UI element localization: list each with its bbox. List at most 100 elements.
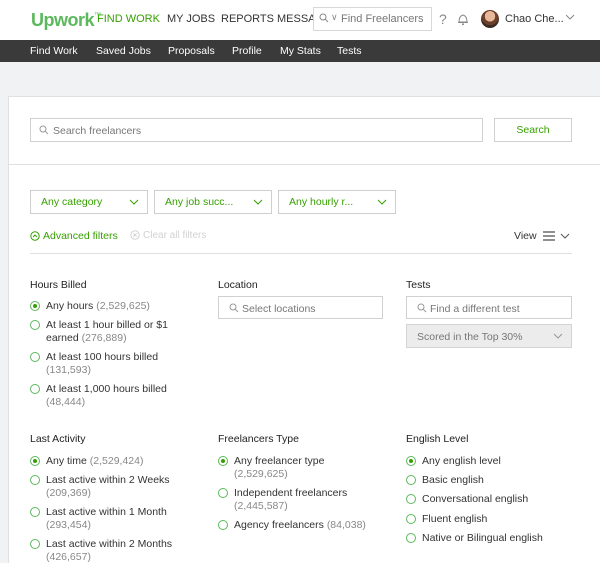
option-label: earned xyxy=(46,332,79,344)
radio-icon xyxy=(218,520,228,530)
divider xyxy=(8,164,600,165)
subnav-tests[interactable]: Tests xyxy=(337,45,362,57)
test-score-select[interactable]: Scored in the Top 30% xyxy=(406,324,572,348)
option-count: (426,657) xyxy=(46,551,91,563)
advanced-filters-toggle[interactable]: Advanced filters xyxy=(30,230,118,242)
nav-my-jobs[interactable]: MY JOBS xyxy=(167,13,215,25)
radio-2-weeks[interactable]: Last active within 2 Weeks (209,369) xyxy=(30,474,205,500)
option-label: Independent freelancers xyxy=(234,487,348,499)
category-dropdown[interactable]: Any category xyxy=(30,190,148,214)
radio-selected-icon xyxy=(406,456,416,466)
radio-basic-english[interactable]: Basic english xyxy=(406,474,576,487)
radio-1000-hours[interactable]: At least 1,000 hours billed (48,444) xyxy=(30,383,200,409)
header-search-input[interactable]: ∨ Find Freelancers xyxy=(313,7,432,31)
option-count: (293,454) xyxy=(46,519,91,531)
search-icon xyxy=(319,13,329,23)
radio-independent[interactable]: Independent freelancers (2,445,587) xyxy=(218,487,378,513)
radio-icon xyxy=(406,494,416,504)
hours-billed-heading: Hours Billed xyxy=(30,279,87,291)
radio-any-time[interactable]: Any time (2,529,424) xyxy=(30,455,205,468)
last-activity-heading: Last Activity xyxy=(30,433,86,445)
header-search-placeholder: Find Freelancers xyxy=(341,13,424,25)
chevron-down-icon xyxy=(377,199,387,205)
subnav-profile[interactable]: Profile xyxy=(232,45,262,57)
option-count: (2,445,587) xyxy=(234,500,288,512)
option-label: Any time xyxy=(46,455,87,467)
chevron-down-icon xyxy=(253,199,263,205)
option-label: Any freelancer type xyxy=(234,455,325,467)
upwork-logo[interactable]: Upwork™ xyxy=(31,10,101,31)
nav-reports[interactable]: REPORTS xyxy=(221,13,274,25)
help-icon[interactable]: ? xyxy=(439,11,447,27)
radio-1-hour[interactable]: At least 1 hour billed or $1 earned (276,… xyxy=(30,319,200,345)
radio-any-english[interactable]: Any english level xyxy=(406,455,576,468)
subnav-proposals[interactable]: Proposals xyxy=(168,45,215,57)
radio-icon xyxy=(406,533,416,543)
radio-selected-icon xyxy=(30,301,40,311)
test-search-input[interactable]: Find a different test xyxy=(406,296,572,319)
location-input[interactable]: Select locations xyxy=(218,296,383,319)
radio-icon xyxy=(30,384,40,394)
view-label: View xyxy=(514,230,537,242)
option-label: Last active within 1 Month xyxy=(46,506,167,518)
radio-icon xyxy=(406,475,416,485)
bell-icon[interactable] xyxy=(457,12,469,26)
option-label: Any english level xyxy=(422,455,501,467)
avatar[interactable] xyxy=(481,10,499,28)
english-level-heading: English Level xyxy=(406,433,469,445)
radio-fluent-english[interactable]: Fluent english xyxy=(406,513,576,526)
search-icon xyxy=(417,303,427,313)
option-count: (2,529,424) xyxy=(89,455,144,467)
test-score-value: Scored in the Top 30% xyxy=(417,331,523,343)
radio-conversational-english[interactable]: Conversational english xyxy=(406,493,576,506)
radio-any-hours[interactable]: Any hours (2,529,625) xyxy=(30,300,200,313)
radio-icon xyxy=(30,507,40,517)
search-placeholder: Search freelancers xyxy=(53,125,142,137)
clear-filters-link[interactable]: Clear all filters xyxy=(130,230,206,241)
radio-native-english[interactable]: Native or Bilingual english xyxy=(406,532,581,545)
radio-icon xyxy=(30,539,40,549)
subnav-find-work[interactable]: Find Work xyxy=(30,45,78,57)
radio-icon xyxy=(30,320,40,330)
option-count: (2,529,625) xyxy=(96,300,150,312)
radio-2-months[interactable]: Last active within 2 Months (426,657) xyxy=(30,538,205,563)
radio-agency[interactable]: Agency freelancers (84,038) xyxy=(218,519,393,532)
option-label: Conversational english xyxy=(422,493,529,505)
option-label: Any hours xyxy=(46,300,94,312)
hourly-rate-dropdown[interactable]: Any hourly r... xyxy=(278,190,396,214)
radio-icon xyxy=(406,514,416,524)
radio-any-freelancer[interactable]: Any freelancer type (2,529,625) xyxy=(218,455,378,481)
chevron-down-icon[interactable]: ∨ xyxy=(331,12,338,23)
top-bar: Upwork™ FIND WORK MY JOBS REPORTS MESSAG… xyxy=(0,0,600,40)
option-label: Basic english xyxy=(422,474,484,486)
job-success-dropdown[interactable]: Any job succ... xyxy=(154,190,272,214)
option-count: (209,369) xyxy=(46,487,91,499)
location-heading: Location xyxy=(218,279,258,291)
list-view-icon[interactable] xyxy=(540,228,572,244)
freelancer-search-input[interactable]: Search freelancers xyxy=(30,118,483,142)
option-count: (48,444) xyxy=(46,396,86,408)
subnav-my-stats[interactable]: My Stats xyxy=(280,45,321,57)
radio-selected-icon xyxy=(218,456,228,466)
radio-icon xyxy=(218,488,228,498)
advanced-filters-label: Advanced filters xyxy=(43,230,118,242)
radio-icon xyxy=(30,475,40,485)
username[interactable]: Chao Che... xyxy=(505,13,564,25)
option-count: (131,593) xyxy=(46,364,91,376)
option-count: (2,529,625) xyxy=(234,468,288,480)
chevron-down-icon[interactable] xyxy=(565,12,575,22)
nav-messages[interactable]: MESSAGES xyxy=(277,13,313,25)
search-icon xyxy=(39,125,49,135)
close-circle-icon xyxy=(130,230,140,240)
radio-100-hours[interactable]: At least 100 hours billed (131,593) xyxy=(30,351,200,377)
option-count: (84,038) xyxy=(326,519,366,531)
radio-1-month[interactable]: Last active within 1 Month (293,454) xyxy=(30,506,205,532)
option-label: At least 1 hour billed or $1 xyxy=(46,319,168,331)
option-label: Last active within 2 Months xyxy=(46,538,173,550)
search-button[interactable]: Search xyxy=(494,118,572,142)
tests-heading: Tests xyxy=(406,279,431,291)
option-label: At least 1,000 hours billed xyxy=(46,383,167,395)
dropdown-label: Any hourly r... xyxy=(289,196,354,208)
nav-find-work[interactable]: FIND WORK xyxy=(97,13,160,25)
subnav-saved-jobs[interactable]: Saved Jobs xyxy=(96,45,151,57)
